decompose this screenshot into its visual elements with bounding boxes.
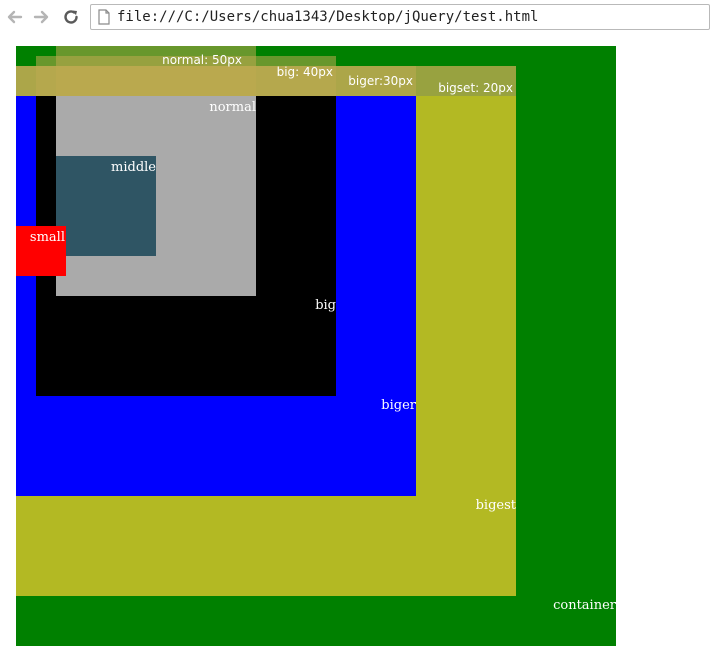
forward-arrow-icon xyxy=(33,10,49,24)
bigest-label: bigest xyxy=(475,498,516,513)
address-bar[interactable]: file:///C:/Users/chua1343/Desktop/jQuery… xyxy=(90,4,710,30)
small-label: small xyxy=(29,230,65,245)
biger-size-text: biger:30px xyxy=(348,74,413,88)
big-label: big xyxy=(315,298,336,313)
normal-size-tag: normal: 50px xyxy=(56,46,256,96)
back-button[interactable] xyxy=(4,6,26,28)
forward-button[interactable] xyxy=(30,6,52,28)
small-box: small xyxy=(16,226,66,276)
normal-label: normal xyxy=(209,100,256,115)
normal-size-text: normal: 50px xyxy=(162,53,242,67)
browser-toolbar: file:///C:/Users/chua1343/Desktop/jQuery… xyxy=(0,0,715,36)
container-label: container xyxy=(553,598,616,613)
middle-box: middle xyxy=(56,156,156,256)
reload-button[interactable] xyxy=(60,6,82,28)
biger-label: biger xyxy=(381,398,416,413)
middle-label: middle xyxy=(111,160,156,175)
url-text: file:///C:/Users/chua1343/Desktop/jQuery… xyxy=(117,9,539,25)
big-size-text: big: 40px xyxy=(276,65,333,79)
bigest-size-text: bigset: 20px xyxy=(438,81,513,95)
page-icon xyxy=(93,6,115,28)
back-arrow-icon xyxy=(7,10,23,24)
reload-icon xyxy=(64,10,78,24)
